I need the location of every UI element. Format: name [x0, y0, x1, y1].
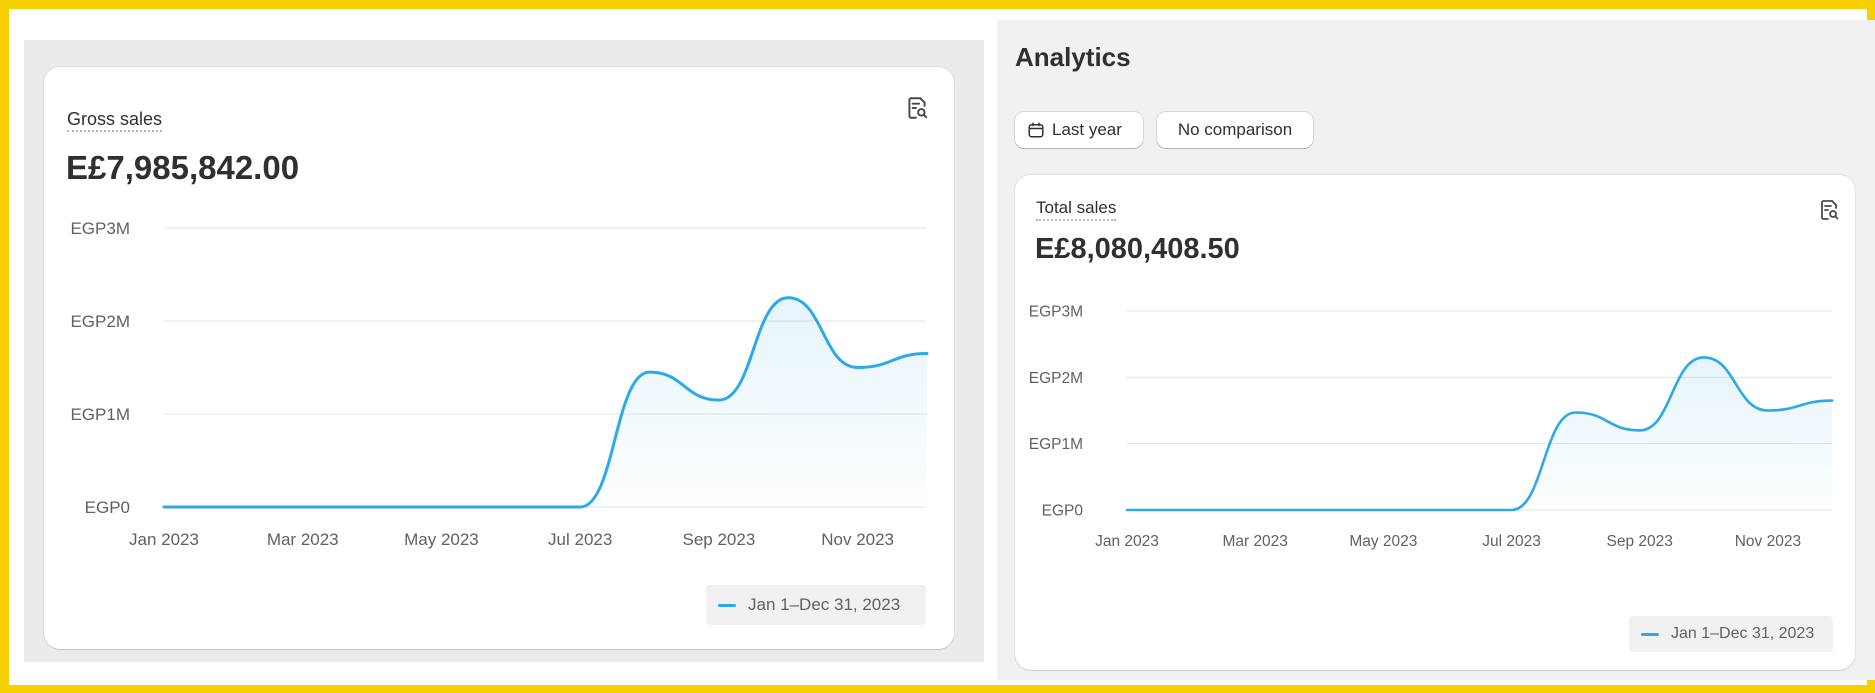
data-point[interactable]	[1121, 504, 1133, 516]
data-point[interactable]	[158, 501, 170, 513]
x-tick-label: Mar 2023	[1222, 533, 1287, 550]
data-point[interactable]	[1377, 504, 1389, 516]
x-tick-label: Nov 2023	[821, 530, 894, 549]
comparison-label: No comparison	[1177, 120, 1293, 139]
series-area	[164, 297, 927, 507]
analytics-panel: Analytics Last year No comparison Total …	[997, 20, 1875, 680]
x-tick-label: May 2023	[1349, 533, 1417, 550]
data-point[interactable]	[1441, 504, 1453, 516]
data-point[interactable]	[644, 366, 656, 378]
y-tick-label: EGP0	[85, 498, 130, 517]
total-sales-legend-label: Jan 1–Dec 31, 2023	[1671, 625, 1815, 642]
x-tick-label: Sep 2023	[683, 530, 756, 549]
y-tick-label: EGP1M	[70, 405, 130, 424]
data-point[interactable]	[227, 501, 239, 513]
y-tick-label: EGP1M	[1029, 436, 1083, 453]
x-tick-label: Mar 2023	[267, 530, 339, 549]
calendar-icon	[1028, 122, 1044, 138]
data-point[interactable]	[1506, 504, 1518, 516]
x-tick-label: Jul 2023	[1482, 533, 1541, 550]
data-point[interactable]	[1762, 405, 1774, 417]
data-point[interactable]	[366, 501, 378, 513]
data-point[interactable]	[1826, 395, 1838, 407]
total-sales-legend[interactable]: Jan 1–Dec 31, 2023	[1629, 616, 1833, 652]
x-tick-label: Nov 2023	[1735, 533, 1801, 550]
x-tick-label: Jan 2023	[1095, 533, 1159, 550]
data-point[interactable]	[505, 501, 517, 513]
y-tick-label: EGP2M	[70, 312, 130, 331]
y-tick-label: EGP3M	[1029, 303, 1083, 320]
data-point[interactable]	[1185, 504, 1197, 516]
data-point[interactable]	[713, 394, 725, 406]
gross-sales-panel: Gross sales E£7,985,842.00 EGP0 EGP1M EGP2…	[24, 40, 984, 662]
x-tick-label: May 2023	[404, 530, 479, 549]
comparison-button[interactable]: No comparison	[1157, 112, 1313, 148]
x-tick-label: Jan 2023	[129, 530, 199, 549]
data-point[interactable]	[921, 348, 933, 360]
data-point[interactable]	[852, 362, 864, 374]
y-tick-label: EGP0	[1042, 502, 1084, 519]
series-area	[1127, 357, 1832, 510]
x-tick-label: Jul 2023	[548, 530, 612, 549]
total-sales-card: Total sales E£8,080,408.50 EGP0 EGP1M EGP2…	[1015, 175, 1855, 670]
data-point[interactable]	[1249, 504, 1261, 516]
data-point[interactable]	[435, 501, 447, 513]
x-tick-label: Sep 2023	[1607, 533, 1673, 550]
page-title: Analytics	[1015, 42, 1131, 72]
gross-sales-card: Gross sales E£7,985,842.00 EGP0 EGP1M EGP2…	[44, 67, 954, 649]
gross-sales-chart: EGP0 EGP1M EGP2M EGP3M Jan 2023 Mar 2023 May 2…	[70, 219, 933, 549]
data-point[interactable]	[1698, 351, 1710, 363]
gross-sales-legend[interactable]: Jan 1–Dec 31, 2023	[706, 585, 926, 625]
legend-swatch	[718, 603, 736, 607]
data-point[interactable]	[782, 292, 794, 304]
data-point[interactable]	[1634, 424, 1646, 436]
data-point[interactable]	[574, 501, 586, 513]
gross-sales-legend-label: Jan 1–Dec 31, 2023	[748, 595, 901, 614]
data-point[interactable]	[297, 501, 309, 513]
y-tick-label: EGP3M	[70, 219, 130, 238]
data-point[interactable]	[1313, 504, 1325, 516]
date-range-label: Last year	[1052, 120, 1122, 139]
data-point[interactable]	[1570, 406, 1582, 418]
y-tick-label: EGP2M	[1029, 370, 1083, 387]
total-sales-chart: EGP0 EGP1M EGP2M EGP3M Jan 2023 Mar 2023 May 2…	[1029, 303, 1838, 550]
date-range-button[interactable]: Last year	[1015, 112, 1143, 148]
legend-swatch	[1641, 632, 1659, 636]
